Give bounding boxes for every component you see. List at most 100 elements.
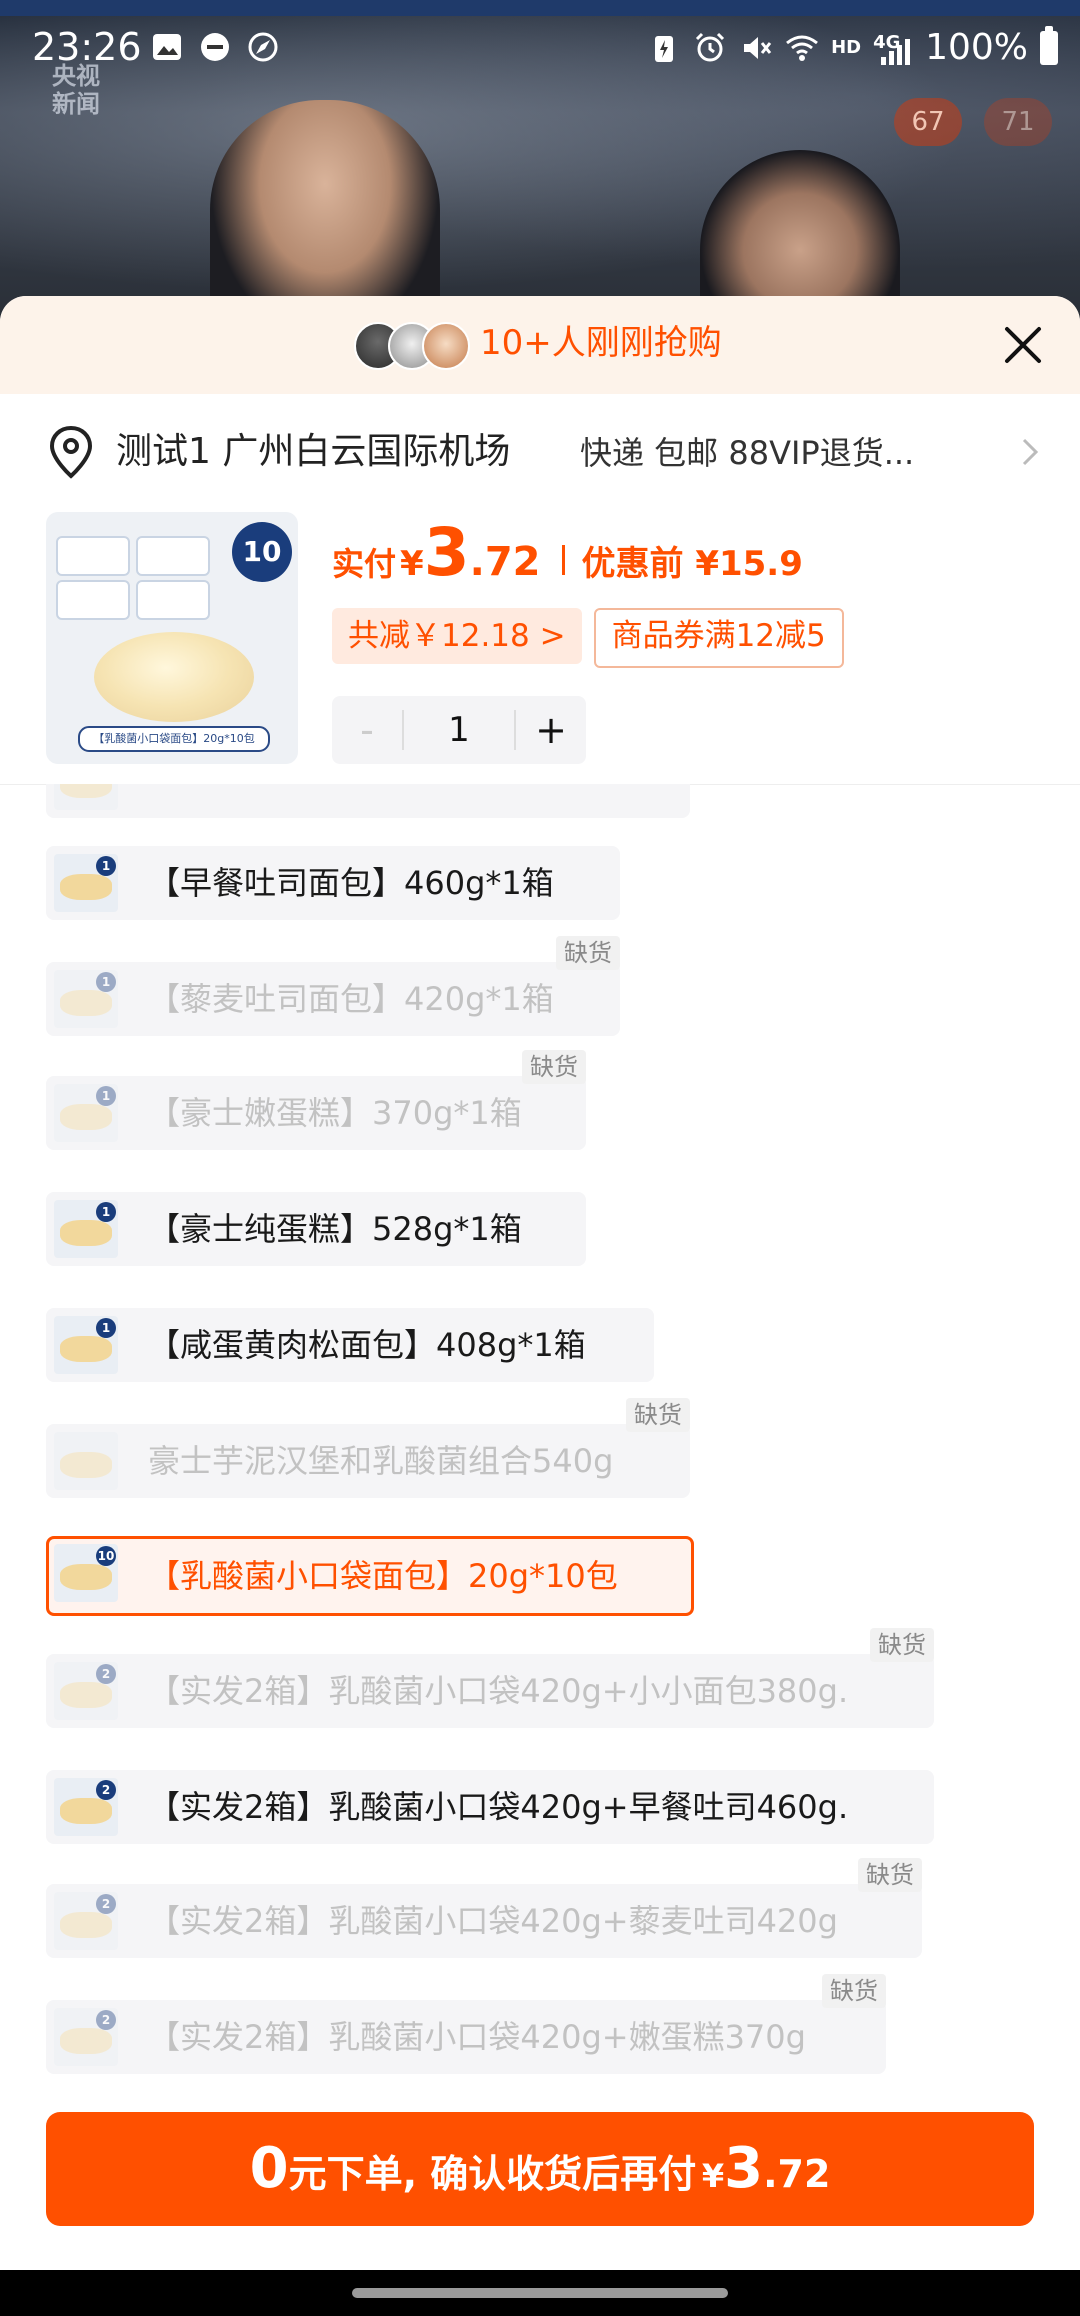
sku-thumbnail: 1 <box>54 970 118 1028</box>
sku-option[interactable]: 2 【实发2箱】乳酸菌小口袋420g+早餐吐司460g. <box>46 1770 934 1844</box>
sku-thumbnail: 2 <box>54 1662 118 1720</box>
sku-count-badge: 1 <box>96 1086 116 1106</box>
quantity-value[interactable]: 1 <box>402 710 516 750</box>
total-discount-chip[interactable]: 共减￥12.18 > <box>332 608 582 664</box>
close-icon[interactable] <box>996 318 1050 372</box>
out-of-stock-tag: 缺货 <box>822 1974 886 2008</box>
dnd-icon <box>201 33 229 61</box>
sku-label: 【实发2箱】乳酸菌小口袋420g+小小面包380g. <box>148 1672 849 1710</box>
signal-icon: 4G <box>873 31 913 65</box>
sku-option-clipped <box>46 784 690 818</box>
pack-count-badge: 10 <box>232 522 292 582</box>
sku-thumbnail: 1 <box>54 1200 118 1258</box>
home-indicator[interactable] <box>352 2288 728 2298</box>
address-text: 测试1 广州白云国际机场 <box>116 431 511 472</box>
place-order-button[interactable]: 0元下单, 确认收货后再付 ¥3.72 <box>46 2112 1034 2226</box>
sku-count-badge: 1 <box>96 1202 116 1222</box>
sku-label: 【早餐吐司面包】460g*1箱 <box>148 864 554 902</box>
hd-label: HD <box>831 37 862 58</box>
sku-label: 豪士芋泥汉堡和乳酸菌组合540g <box>148 1442 614 1480</box>
gallery-icon <box>153 34 181 60</box>
sku-label: 【实发2箱】乳酸菌小口袋420g+藜麦吐司420g <box>148 1902 838 1940</box>
out-of-stock-tag: 缺货 <box>522 1050 586 1084</box>
sku-option[interactable]: 2 【实发2箱】乳酸菌小口袋420g+小小面包380g. 缺货 <box>46 1628 934 1728</box>
sku-option[interactable]: 1 【早餐吐司面包】460g*1箱 <box>46 846 620 920</box>
package-image <box>136 536 210 576</box>
sku-count-badge: 2 <box>96 2010 116 2030</box>
sku-count-badge: 2 <box>96 1664 116 1684</box>
shipping-info: 快递 包邮 88VIP退货... <box>580 434 915 472</box>
sku-label: 【豪士嫩蛋糕】370g*1箱 <box>148 1094 522 1132</box>
quantity-stepper: - 1 + <box>332 696 586 764</box>
order-zero: 0 <box>249 2136 289 2201</box>
bread-image <box>94 632 254 722</box>
sku-option[interactable]: 1 【豪士纯蛋糕】528g*1箱 <box>46 1192 586 1266</box>
recent-buyers-text: 10+人刚刚抢购 <box>480 323 722 363</box>
video-badge-a: 67 <box>894 98 962 146</box>
battery-saver-icon <box>655 36 674 62</box>
host-figure <box>210 100 440 320</box>
sku-option[interactable]: 2 【实发2箱】乳酸菌小口袋420g+嫩蛋糕370g 缺货 <box>46 1974 886 2074</box>
price-decimal: .72 <box>469 539 541 585</box>
out-of-stock-tag: 缺货 <box>556 936 620 970</box>
sku-count-badge: 2 <box>96 1894 116 1914</box>
quantity-plus-button[interactable]: + <box>516 696 586 764</box>
order-text: 元下单, 确认收货后再付 <box>288 2152 697 2196</box>
sku-thumbnail: 2 <box>54 1778 118 1836</box>
sku-count-badge: 1 <box>96 856 116 876</box>
package-image <box>56 536 130 576</box>
price-currency: ¥ <box>400 544 424 584</box>
buyer-avatars <box>354 322 470 370</box>
battery-icon <box>1040 26 1058 65</box>
sku-thumbnail: 2 <box>54 1892 118 1950</box>
thumb-caption: 【乳酸菌小口袋面包】20g*10包 <box>78 726 270 752</box>
sku-thumbnail <box>54 784 118 810</box>
sku-label: 【咸蛋黄肉松面包】408g*1箱 <box>148 1326 586 1364</box>
package-image <box>136 580 210 620</box>
package-image <box>56 580 130 620</box>
product-thumbnail[interactable]: 10 【乳酸菌小口袋面包】20g*10包 <box>46 512 298 764</box>
price-before-discount: 优惠前 ¥15.9 <box>581 544 803 584</box>
sku-label: 【藜麦吐司面包】420g*1箱 <box>148 980 554 1018</box>
out-of-stock-tag: 缺货 <box>626 1398 690 1432</box>
wifi-icon <box>786 35 818 61</box>
avatar <box>422 322 470 370</box>
price-integer: 3 <box>423 514 470 591</box>
sku-thumbnail: 2 <box>54 2008 118 2066</box>
sku-label: 【乳酸菌小口袋面包】20g*10包 <box>148 1557 618 1595</box>
sku-count-badge: 1 <box>96 972 116 992</box>
sku-option[interactable]: 豪士芋泥汉堡和乳酸菌组合540g 缺货 <box>46 1398 690 1498</box>
sku-thumbnail: 1 <box>54 1316 118 1374</box>
order-price-decimal: .72 <box>763 2152 831 2196</box>
status-left-icons <box>150 30 280 64</box>
address-row[interactable]: 测试1 广州白云国际机场 快递 包邮 88VIP退货... <box>0 394 1080 512</box>
mute-icon <box>744 37 772 59</box>
price-separator <box>562 545 566 575</box>
product-summary: 10 【乳酸菌小口袋面包】20g*10包 实付 ¥ 3 .72 优惠前 ¥15.… <box>0 512 1080 785</box>
sku-option[interactable]: 1 【咸蛋黄肉松面包】408g*1箱 <box>46 1308 654 1382</box>
video-badge-b: 71 <box>984 98 1052 146</box>
gesture-nav-bar <box>0 2270 1080 2316</box>
quantity-minus-button[interactable]: - <box>332 696 402 764</box>
sku-option[interactable]: 2 【实发2箱】乳酸菌小口袋420g+藜麦吐司420g 缺货 <box>46 1858 922 1958</box>
sku-thumbnail <box>54 1432 118 1490</box>
sku-label: 【实发2箱】乳酸菌小口袋420g+早餐吐司460g. <box>148 1788 849 1826</box>
sku-label: 【豪士纯蛋糕】528g*1箱 <box>148 1210 522 1248</box>
location-pin-icon <box>49 425 93 479</box>
video-top-strip <box>0 0 1080 16</box>
status-time: 23:26 <box>32 25 142 69</box>
sku-thumbnail: 1 <box>54 854 118 912</box>
alarm-icon <box>696 32 725 62</box>
chevron-right-icon <box>1022 438 1039 466</box>
price-line: 实付 ¥ 3 .72 优惠前 ¥15.9 <box>332 514 803 591</box>
sku-option[interactable]: 1 【藜麦吐司面包】420g*1箱 缺货 <box>46 936 620 1036</box>
channel-logo-line2: 新闻 <box>52 90 100 118</box>
sku-count-badge: 2 <box>96 1780 116 1800</box>
sku-option[interactable]: 1 【豪士嫩蛋糕】370g*1箱 缺货 <box>46 1050 586 1150</box>
sku-option-selected[interactable]: 10 【乳酸菌小口袋面包】20g*10包 <box>46 1536 694 1616</box>
coupon-chip: 商品券满12减5 <box>593 608 844 668</box>
order-price-integer: 3 <box>724 2136 764 2201</box>
order-currency: ¥ <box>701 2157 725 2195</box>
status-bar: 23:26 HD 4G 100% <box>0 20 1080 76</box>
sku-options-list[interactable]: 1 【早餐吐司面包】460g*1箱 1 【藜麦吐司面包】420g*1箱 缺货 1… <box>0 784 1080 2100</box>
